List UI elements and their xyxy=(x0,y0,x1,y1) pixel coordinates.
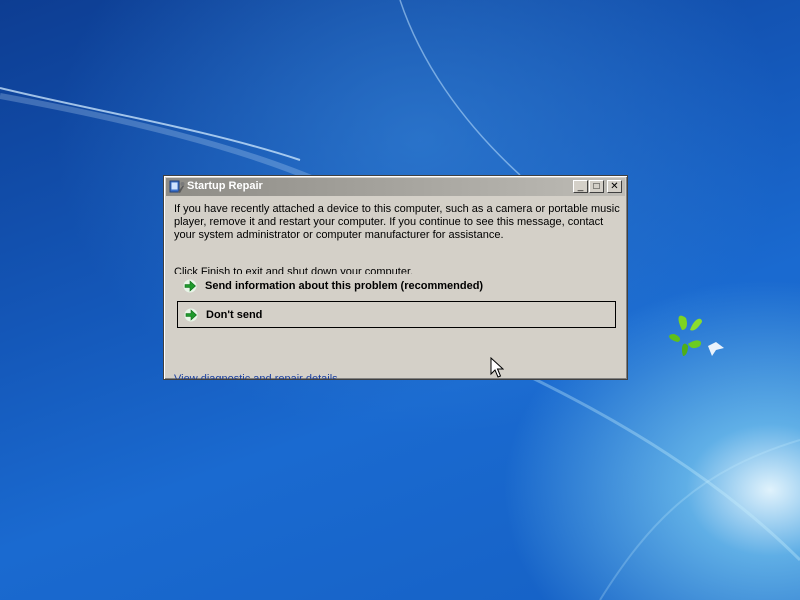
maximize-button[interactable]: □ xyxy=(589,180,604,193)
dont-send-label: Don't send xyxy=(206,308,263,321)
startup-repair-icon xyxy=(169,180,185,193)
send-information-option[interactable]: Send information about this problem (rec… xyxy=(177,272,616,299)
view-details-link[interactable]: View diagnostic and repair details xyxy=(174,373,338,379)
windows-logo-icon xyxy=(669,315,724,356)
maximize-icon: □ xyxy=(593,181,600,192)
minimize-button[interactable]: _ xyxy=(573,180,588,193)
startup-repair-dialog: Startup Repair _ □ ✕ If you have recentl… xyxy=(163,175,628,380)
close-button[interactable]: ✕ xyxy=(607,180,622,193)
window-title: Startup Repair xyxy=(187,180,263,192)
green-arrow-icon xyxy=(183,279,197,292)
close-icon: ✕ xyxy=(610,181,619,192)
mouse-pointer-icon xyxy=(490,357,504,378)
dont-send-option[interactable]: Don't send xyxy=(177,301,616,328)
green-arrow-icon xyxy=(184,308,198,321)
send-information-label: Send information about this problem (rec… xyxy=(205,279,484,292)
minimize-icon: _ xyxy=(577,181,584,192)
title-bar[interactable]: Startup Repair _ □ ✕ xyxy=(166,178,625,196)
dialog-message: If you have recently attached a device t… xyxy=(174,203,620,241)
